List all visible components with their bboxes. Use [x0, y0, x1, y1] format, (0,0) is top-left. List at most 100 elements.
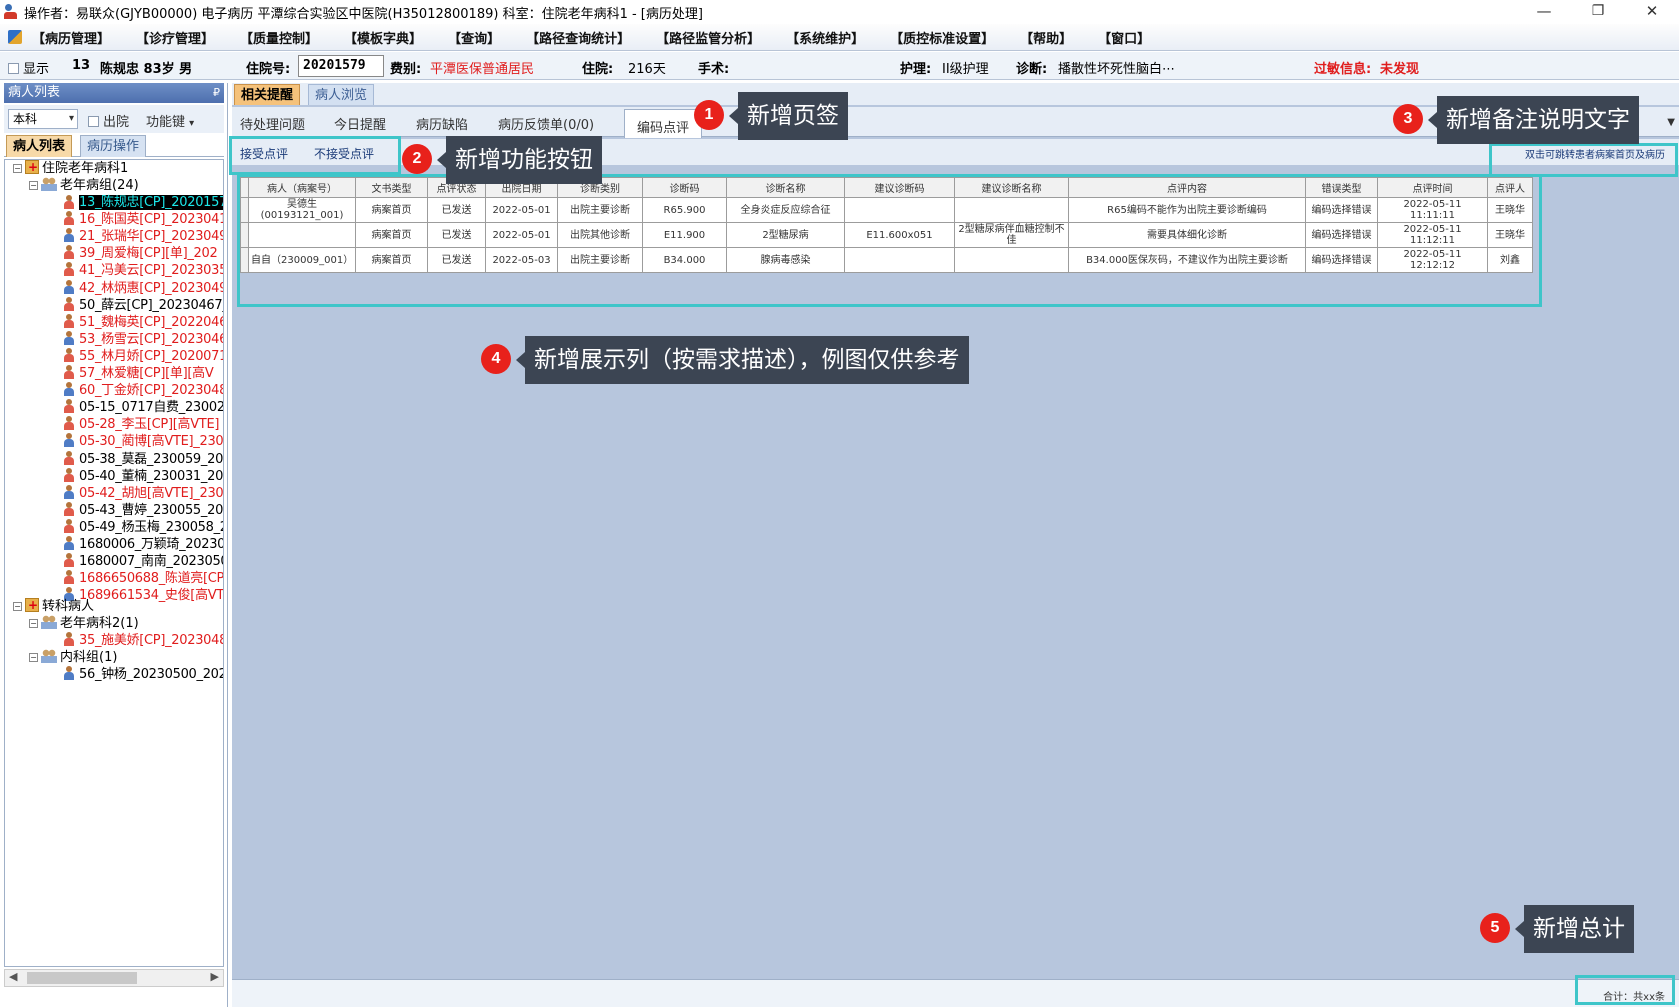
collapse-icon[interactable]: − — [29, 619, 38, 628]
scroll-left-icon[interactable]: ◀ — [9, 970, 17, 983]
patient-item[interactable]: 39_周爱梅[CP][单]_202 — [63, 245, 218, 263]
patient-item[interactable]: 60_丁金娇[CP]_2023048 — [63, 382, 223, 400]
tree-root-dept[interactable]: −住院老年病科1 — [13, 160, 128, 178]
tree-group-internal[interactable]: − 内科组(1) — [29, 649, 117, 667]
patient-item[interactable]: 53_杨雪云[CP]_2023046 — [63, 330, 223, 349]
patient-item[interactable]: 1680006_万颖琦_202305 — [63, 536, 223, 554]
tab-patient-list[interactable]: 病人列表 — [6, 135, 73, 157]
tree-group-geriatric2[interactable]: − 老年病科2(1) — [29, 615, 139, 633]
collapse-icon[interactable]: − — [29, 181, 38, 190]
patient-item[interactable]: 05-43_曹婷_230055_202 — [63, 501, 223, 520]
patient-icon — [63, 245, 75, 260]
patient-icon — [63, 279, 75, 294]
tab-scroll-down-icon[interactable]: ▼ — [1667, 117, 1675, 128]
scroll-right-icon[interactable]: ▶ — [211, 970, 219, 983]
tab-patient-browse[interactable]: 病人浏览 — [308, 84, 375, 105]
patient-item[interactable]: 51_魏梅英[CP]_2022046 — [63, 313, 223, 332]
menu-template-dictionary[interactable]: 【模板字典】 — [344, 28, 422, 47]
menu-query[interactable]: 【查询】 — [448, 28, 500, 47]
tab-record-feedback[interactable]: 病历反馈单(0/0) — [498, 114, 594, 133]
annotation-callout-5: 新增总计 — [1515, 905, 1634, 953]
annotation-callout-2: 新增功能按钮 — [437, 136, 602, 184]
patient-icon — [63, 347, 75, 362]
patient-item[interactable]: 42_林炳惠[CP]_2023049 — [63, 279, 223, 298]
restore-button[interactable]: ❐ — [1578, 0, 1618, 24]
patient-item[interactable]: 05-28_李玉[CP][高VTE] — [63, 416, 219, 434]
patient-item[interactable]: 05-40_董楠_230031_202 — [63, 467, 223, 486]
highlight-function-buttons — [229, 136, 401, 175]
patient-item[interactable]: 05-38_莫磊_230059_202 — [63, 450, 223, 469]
dept-select[interactable]: 本科 — [8, 109, 78, 129]
function-key-dropdown[interactable]: 功能键 ▾ — [146, 111, 194, 130]
patient-item[interactable]: 35_施美娇[CP]_2023048 — [63, 632, 223, 650]
patient-icon — [63, 365, 75, 379]
inpatient-no-field[interactable]: 20201579 — [298, 55, 384, 77]
collapse-icon[interactable]: − — [13, 164, 22, 173]
stay-value: 216天 — [628, 62, 666, 77]
patient-item[interactable]: ✔ 13_陈规忠[CP]_2020157 — [63, 194, 223, 212]
patient-item[interactable]: 21_张瑞华[CP]_2023049 — [63, 228, 223, 246]
menu-qc-standards[interactable]: 【质控标准设置】 — [890, 28, 994, 47]
patient-item[interactable]: 05-15_0717自费_230028 — [63, 399, 223, 417]
patient-icon — [63, 536, 75, 550]
menu-bar: 【病历管理】 【诊疗管理】 【质量控制】 【模板字典】 【查询】 【路径查询统计… — [0, 24, 1679, 69]
tab-related-reminders[interactable]: 相关提醒 — [234, 84, 301, 105]
show-checkbox[interactable]: 显示 — [8, 58, 49, 77]
scroll-thumb[interactable] — [27, 972, 137, 984]
hospital-icon — [25, 596, 39, 614]
close-button[interactable]: ✕ — [1632, 0, 1672, 24]
menu-diagnosis-management[interactable]: 【诊疗管理】 — [136, 28, 214, 47]
tab-record-defects[interactable]: 病历缺陷 — [416, 114, 468, 133]
nursing-label: 护理: — [900, 62, 932, 77]
patient-info-bar: 显示 13 陈规忠 83岁 男 住院号: 20201579 费别: 平潭医保普通… — [0, 52, 1679, 80]
tree-group-geriatric[interactable]: − 老年病组(24) — [29, 177, 139, 195]
tab-pending-issues[interactable]: 待处理问题 — [240, 114, 305, 133]
menu-system-maintenance[interactable]: 【系统维护】 — [786, 28, 864, 47]
tree-root-transfer[interactable]: −转科病人 — [13, 596, 94, 616]
patient-item[interactable]: 50_薛云[CP]_20230467_ — [63, 296, 223, 315]
menu-path-query-stats[interactable]: 【路径查询统计】 — [526, 28, 630, 47]
menu-quality-control[interactable]: 【质量控制】 — [240, 28, 318, 47]
menu-record-management[interactable]: 【病历管理】 — [32, 28, 110, 47]
patient-item[interactable]: 57_林爱糖[CP][单][高V — [63, 365, 214, 383]
highlight-table-columns — [237, 174, 1542, 307]
patient-icon — [63, 296, 75, 311]
patient-icon — [63, 330, 75, 345]
patient-item[interactable]: 41_冯美云[CP]_2023035 — [63, 262, 223, 280]
annotation-badge-2: 2 — [402, 144, 432, 174]
patient-icon — [63, 484, 75, 499]
menu-path-supervision[interactable]: 【路径监管分析】 — [656, 28, 760, 47]
diagnosis-value: 播散性坏死性脑白⋯ — [1058, 62, 1176, 77]
patient-list-panel: 病人列表 ₽ 本科 出院 功能键 ▾ 病人列表 病历操作 −住院老年病科1 −老… — [0, 83, 228, 1007]
collapse-icon[interactable]: − — [29, 653, 38, 662]
patient-icon — [63, 433, 75, 448]
menu-help[interactable]: 【帮助】 — [1020, 28, 1072, 47]
patient-icon — [63, 570, 75, 585]
title-bar: 操作者：易联众(GJYB00000) 电子病历 平潭综合实验区中医院(H3501… — [0, 0, 1679, 24]
patient-item[interactable]: 55_林月娇[CP]_2020071 — [63, 347, 223, 366]
minimize-button[interactable]: — — [1524, 0, 1564, 24]
patient-item[interactable]: 05-30_蔺博[高VTE]_230 — [63, 433, 223, 451]
tab-coding-review[interactable]: 编码点评 — [624, 109, 703, 138]
app-menu-icon[interactable] — [8, 30, 22, 44]
patient-item[interactable]: 05-42_胡旭[高VTE]_230 — [63, 484, 223, 503]
patient-item[interactable]: 1680007_南南_20230507 — [63, 553, 223, 571]
tab-today-reminders[interactable]: 今日提醒 — [334, 114, 386, 133]
diagnosis-label: 诊断: — [1016, 62, 1048, 77]
tree-horizontal-scrollbar[interactable]: ◀ ▶ — [4, 969, 224, 987]
tab-record-operations[interactable]: 病历操作 — [80, 135, 147, 157]
female-patient-icon — [63, 632, 75, 646]
menu-window[interactable]: 【窗口】 — [1098, 28, 1150, 47]
window-title: 操作者：易联众(GJYB00000) 电子病历 平潭综合实验区中医院(H3501… — [24, 6, 703, 22]
discharged-checkbox[interactable]: 出院 — [88, 111, 129, 130]
annotation-callout-4: 新增展示列（按需求描述），例图仅供参考 — [516, 336, 969, 384]
patient-item[interactable]: 16_陈国英[CP]_2023041 — [63, 211, 223, 229]
patient-item[interactable]: 1686650688_陈道亮[CP] — [63, 570, 223, 588]
hospital-icon — [25, 160, 39, 176]
patient-item[interactable]: 56_钟杨_20230500_2023 — [63, 666, 223, 684]
patient-item[interactable]: 05-49_杨玉梅_230058_2 — [63, 518, 223, 537]
pin-icon[interactable]: ₽ — [213, 83, 220, 103]
collapse-icon[interactable]: − — [13, 602, 22, 611]
inpatient-no-label: 住院号: — [246, 62, 291, 77]
patient-icon — [63, 416, 75, 431]
